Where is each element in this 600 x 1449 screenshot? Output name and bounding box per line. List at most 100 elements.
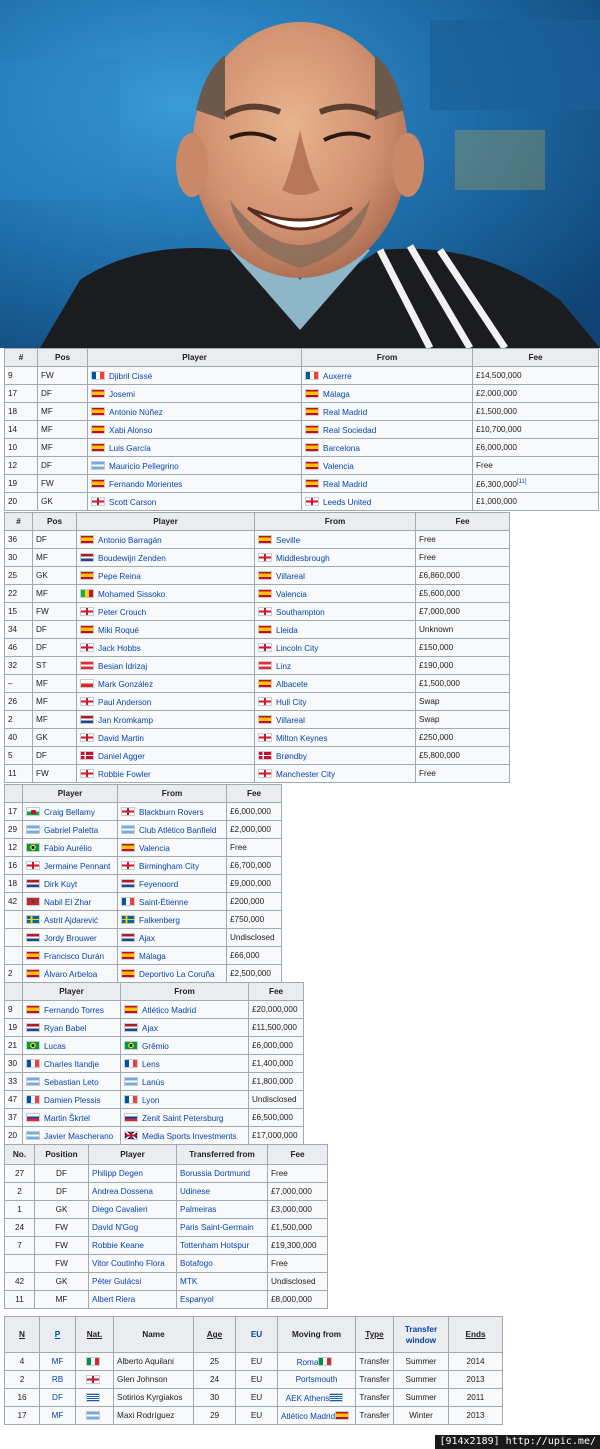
club-link[interactable]: Albacete — [276, 680, 308, 689]
club-link[interactable]: Deportivo La Coruña — [139, 970, 215, 979]
col-transfer-window[interactable]: Transfer window — [393, 1316, 449, 1353]
club-link[interactable]: MTK — [180, 1277, 197, 1286]
player-link[interactable]: Astrit Ajdarević — [44, 916, 98, 925]
club-link[interactable]: Lincoln City — [276, 644, 318, 653]
club-link[interactable]: Villareal — [276, 716, 305, 725]
player-link[interactable]: Francisco Durán — [44, 952, 104, 961]
player-link[interactable]: Jack Hobbs — [98, 644, 141, 653]
club-link[interactable]: Borussia Dortmund — [180, 1169, 250, 1178]
player-link[interactable]: Jan Kromkamp — [98, 716, 153, 725]
player-link[interactable]: Albert Riera — [92, 1295, 135, 1304]
club-link[interactable]: Feyenoord — [139, 880, 178, 889]
player-link[interactable]: Lucas — [44, 1042, 66, 1051]
player-link[interactable]: Scott Carson — [109, 498, 156, 507]
player-link[interactable]: Álvaro Arbeloa — [44, 970, 97, 979]
player-link[interactable]: Nabil El Zhar — [44, 898, 91, 907]
club-link[interactable]: Southampton — [276, 608, 325, 617]
player-link[interactable]: Javier Mascherano — [44, 1132, 113, 1141]
player-link[interactable]: Besian Idrizaj — [98, 662, 147, 671]
player-link[interactable]: Andrea Dossena — [92, 1187, 153, 1196]
club-link[interactable]: Milton Keynes — [276, 734, 327, 743]
player-link[interactable]: Fernando Morientes — [109, 480, 182, 489]
player-link[interactable]: Sebastian Leto — [44, 1078, 99, 1087]
player-link[interactable]: Fernando Torres — [44, 1006, 104, 1015]
player-link[interactable]: Ryan Babel — [44, 1024, 86, 1033]
club-link[interactable]: Atlético Madrid — [281, 1412, 335, 1421]
club-link[interactable]: Blackburn Rovers — [139, 808, 204, 817]
club-link[interactable]: Lyon — [142, 1096, 159, 1105]
club-link[interactable]: Villareal — [276, 572, 305, 581]
player-link[interactable]: Mark González — [98, 680, 153, 689]
player-link[interactable]: Robbie Keane — [92, 1241, 144, 1250]
reference-link[interactable]: [11] — [517, 479, 527, 485]
col-eu[interactable]: EU — [235, 1316, 278, 1353]
player-link[interactable]: Jermaine Pennant — [44, 862, 110, 871]
club-link[interactable]: Brøndby — [276, 752, 307, 761]
club-link[interactable]: Linz — [276, 662, 291, 671]
club-link[interactable]: Real Madrid — [323, 408, 367, 417]
player-link[interactable]: Peter Crouch — [98, 608, 146, 617]
player-link[interactable]: Pepe Reina — [98, 572, 141, 581]
col-age[interactable]: Age — [193, 1316, 236, 1353]
position-link[interactable]: RB — [52, 1375, 63, 1384]
club-link[interactable]: Lens — [142, 1060, 160, 1069]
col-nat[interactable]: Nat. — [75, 1316, 114, 1353]
player-link[interactable]: Antonio Núñez — [109, 408, 163, 417]
player-link[interactable]: Djibril Cissé — [109, 372, 152, 381]
position-link[interactable]: DF — [52, 1393, 63, 1402]
club-link[interactable]: Hull City — [276, 698, 306, 707]
col-type[interactable]: Type — [355, 1316, 394, 1353]
club-link[interactable]: Ajax — [142, 1024, 158, 1033]
club-link[interactable]: Valencia — [323, 462, 354, 471]
player-link[interactable]: Luis García — [109, 444, 151, 453]
club-link[interactable]: Palmeiras — [180, 1205, 216, 1214]
club-link[interactable]: Real Madrid — [323, 480, 367, 489]
position-link[interactable]: MF — [52, 1411, 64, 1420]
player-link[interactable]: Josemi — [109, 390, 135, 399]
club-link[interactable]: Botafogo — [180, 1259, 213, 1268]
player-link[interactable]: David Martin — [98, 734, 144, 743]
club-link[interactable]: Lanús — [142, 1078, 164, 1087]
club-link[interactable]: Tottenham Hotspur — [180, 1241, 249, 1250]
player-link[interactable]: Craig Bellamy — [44, 808, 95, 817]
club-link[interactable]: Middlesbrough — [276, 554, 330, 563]
col-n[interactable]: N — [4, 1316, 40, 1353]
col-ends[interactable]: Ends — [448, 1316, 503, 1353]
player-link[interactable]: Xabi Alonso — [109, 426, 152, 435]
club-link[interactable]: Zenit Saint Petersburg — [142, 1114, 223, 1123]
club-link[interactable]: Paris Saint-Germain — [180, 1223, 254, 1232]
club-link[interactable]: Lleida — [276, 626, 298, 635]
club-link[interactable]: AEK Athens — [286, 1394, 330, 1403]
club-link[interactable]: Media Sports Investments — [142, 1132, 237, 1141]
player-link[interactable]: Robbie Fowler — [98, 770, 151, 779]
club-link[interactable]: Valencia — [139, 844, 170, 853]
player-link[interactable]: Dirk Kuyt — [44, 880, 77, 889]
club-link[interactable]: Leeds United — [323, 498, 371, 507]
col-name[interactable]: Name — [113, 1316, 194, 1353]
club-link[interactable]: Auxerre — [323, 372, 352, 381]
club-link[interactable]: Club Atlético Banfield — [139, 826, 216, 835]
club-link[interactable]: Falkenberg — [139, 916, 180, 925]
player-link[interactable]: Fábio Aurélio — [44, 844, 92, 853]
club-link[interactable]: Atlético Madrid — [142, 1006, 196, 1015]
club-link[interactable]: Roma — [297, 1358, 319, 1367]
club-link[interactable]: Seville — [276, 536, 300, 545]
club-link[interactable]: Real Sociedad — [323, 426, 376, 435]
player-link[interactable]: Paul Anderson — [98, 698, 151, 707]
club-link[interactable]: Udinese — [180, 1187, 210, 1196]
club-link[interactable]: Saint-Étienne — [139, 898, 188, 907]
player-link[interactable]: Damien Plessis — [44, 1096, 100, 1105]
player-link[interactable]: Daniel Agger — [98, 752, 145, 761]
player-link[interactable]: Mauricio Pellegrino — [109, 462, 179, 471]
club-link[interactable]: Málaga — [139, 952, 166, 961]
player-link[interactable]: Vitor Coutinho Flora — [92, 1259, 165, 1268]
club-link[interactable]: Barcelona — [323, 444, 360, 453]
col-p[interactable]: P — [39, 1316, 76, 1353]
player-link[interactable]: Antonio Barragán — [98, 536, 162, 545]
position-link[interactable]: MF — [52, 1357, 64, 1366]
col-moving-from[interactable]: Moving from — [277, 1316, 356, 1353]
club-link[interactable]: Manchester City — [276, 770, 335, 779]
club-link[interactable]: Grêmio — [142, 1042, 169, 1051]
player-link[interactable]: David N'Gog — [92, 1223, 138, 1232]
player-link[interactable]: Diego Cavalieri — [92, 1205, 148, 1214]
